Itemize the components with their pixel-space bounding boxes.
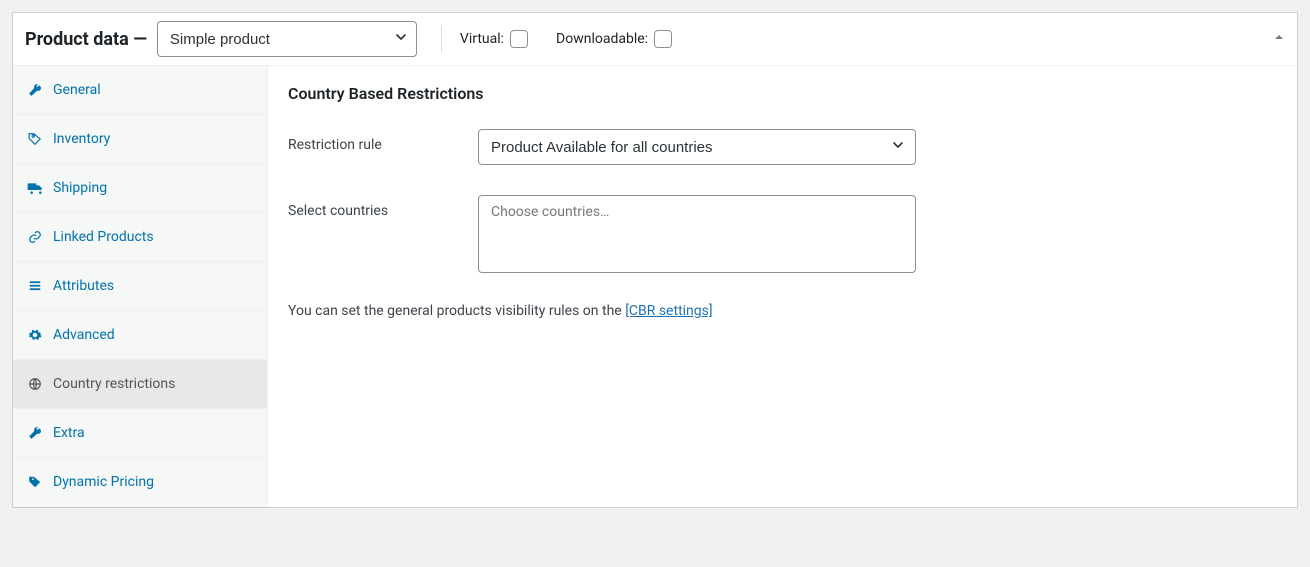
tab-extra[interactable]: Extra	[13, 409, 267, 458]
tab-inventory[interactable]: Inventory	[13, 115, 267, 164]
downloadable-checkbox[interactable]	[654, 30, 672, 48]
section-heading: Country Based Restrictions	[288, 84, 1277, 103]
tab-label: Advanced	[53, 327, 115, 343]
tag-icon	[27, 475, 43, 489]
tab-label: Shipping	[53, 180, 107, 196]
collapse-toggle[interactable]	[1273, 31, 1285, 47]
downloadable-option[interactable]: Downloadable:	[556, 30, 672, 48]
select-countries-row: Select countries Choose countries…	[288, 195, 1277, 273]
tab-country-restrictions[interactable]: Country restrictions	[13, 360, 267, 409]
downloadable-label: Downloadable:	[556, 31, 648, 47]
product-type-select-wrap: Simple product	[147, 21, 417, 57]
hint-prefix: You can set the general products visibil…	[288, 303, 625, 319]
panel-title: Product data —	[25, 29, 147, 50]
tab-advanced[interactable]: Advanced	[13, 311, 267, 360]
restriction-rule-select-wrap: Product Available for all countries	[478, 129, 916, 165]
tab-label: Country restrictions	[53, 376, 175, 392]
virtual-label: Virtual:	[460, 31, 504, 47]
tab-attributes[interactable]: Attributes	[13, 262, 267, 311]
virtual-option[interactable]: Virtual:	[460, 30, 528, 48]
select-countries-placeholder: Choose countries…	[491, 204, 609, 220]
select-countries-label: Select countries	[288, 195, 478, 219]
virtual-checkbox[interactable]	[510, 30, 528, 48]
link-icon	[27, 230, 43, 244]
panel-body: General Inventory Shipping Linked Produc…	[13, 66, 1297, 507]
globe-icon	[27, 377, 43, 391]
cbr-settings-link[interactable]: [CBR settings]	[625, 303, 712, 319]
divider	[441, 26, 442, 52]
gear-icon	[27, 328, 43, 342]
select-countries-input[interactable]: Choose countries…	[478, 195, 916, 273]
wrench-icon	[27, 426, 43, 440]
product-data-panel: Product data — Simple product Virtual: D…	[12, 12, 1298, 508]
restriction-rule-select[interactable]: Product Available for all countries	[478, 129, 916, 165]
tab-content: Country Based Restrictions Restriction r…	[268, 66, 1297, 507]
truck-icon	[27, 181, 43, 195]
restriction-rule-label: Restriction rule	[288, 129, 478, 153]
restriction-rule-row: Restriction rule Product Available for a…	[288, 129, 1277, 165]
tag-icon	[27, 132, 43, 146]
tab-label: General	[53, 82, 101, 98]
tab-linked-products[interactable]: Linked Products	[13, 213, 267, 262]
tab-label: Attributes	[53, 278, 114, 294]
tab-general[interactable]: General	[13, 66, 267, 115]
tab-shipping[interactable]: Shipping	[13, 164, 267, 213]
wrench-icon	[27, 83, 43, 97]
panel-header: Product data — Simple product Virtual: D…	[13, 13, 1297, 66]
tab-label: Dynamic Pricing	[53, 474, 154, 490]
product-data-tabs: General Inventory Shipping Linked Produc…	[13, 66, 268, 507]
tab-label: Extra	[53, 425, 85, 441]
tab-label: Linked Products	[53, 229, 154, 245]
tab-dynamic-pricing[interactable]: Dynamic Pricing	[13, 458, 267, 507]
product-type-select[interactable]: Simple product	[157, 21, 417, 57]
hint-text: You can set the general products visibil…	[288, 303, 1277, 319]
list-icon	[27, 279, 43, 293]
tab-label: Inventory	[53, 131, 110, 147]
